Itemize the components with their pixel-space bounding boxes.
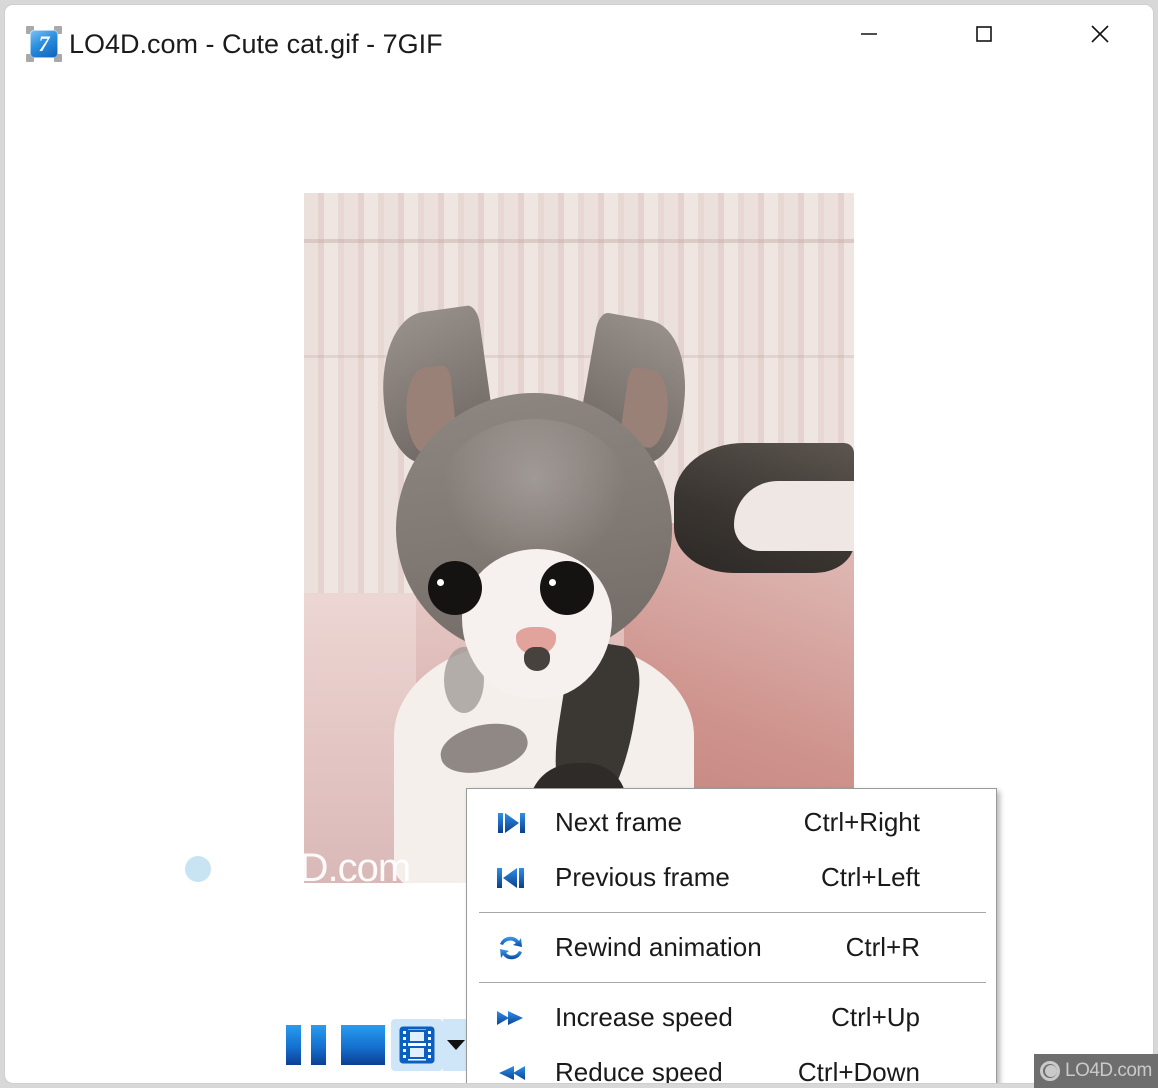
watermark-overlay-top: LO4D.com (907, 339, 1143, 384)
lo4d-logo-icon (907, 340, 949, 383)
icon-badge: 7 (30, 30, 58, 58)
next-frame-icon (467, 806, 555, 840)
watermark-label: LO4D.com (959, 339, 1143, 383)
close-icon (1091, 25, 1109, 43)
icon-letter: 7 (38, 31, 50, 56)
maximize-button[interactable] (949, 5, 1019, 63)
menu-item-rewind-animation[interactable]: Rewind animation Ctrl+R (467, 920, 996, 975)
image-background-detail (304, 239, 854, 243)
reduce-speed-icon (467, 1056, 555, 1084)
menu-item-label: Reduce speed (555, 1057, 723, 1084)
increase-speed-icon (467, 1001, 555, 1035)
menu-item-reduce-speed[interactable]: Reduce speed Ctrl+Down (467, 1045, 996, 1084)
kitten-eye-right (540, 561, 594, 615)
lo4d-badge-label: LO4D.com (1065, 1060, 1152, 1081)
frames-button[interactable] (391, 1019, 443, 1071)
kitten-eye-left (428, 561, 482, 615)
menu-separator (479, 982, 986, 983)
gif-image[interactable] (304, 193, 854, 883)
menu-item-shortcut: Ctrl+R (845, 932, 920, 962)
previous-frame-icon (467, 861, 555, 895)
kitten-eye-sparkle (437, 579, 444, 586)
lo4d-logo-icon (175, 847, 217, 890)
kitten-eye-sparkle (549, 579, 556, 586)
menu-item-label: Previous frame (555, 862, 730, 892)
pause-icon (286, 1025, 301, 1065)
menu-item-next-frame[interactable]: Next frame Ctrl+Right (467, 795, 996, 850)
pause-icon (311, 1025, 326, 1065)
menu-item-shortcut: Ctrl+Up (831, 1002, 920, 1032)
minimize-button[interactable] (834, 5, 904, 63)
menu-item-shortcut: Ctrl+Right (803, 807, 920, 837)
stop-button[interactable] (337, 1019, 389, 1071)
rewind-animation-icon (467, 931, 555, 965)
kitten-mouth (524, 647, 550, 671)
kitten-head-highlight (440, 419, 630, 569)
app-window: 7 LO4D.com - Cute cat.gif - 7GIF LO4D.co… (4, 4, 1154, 1084)
minimize-icon (861, 33, 877, 35)
stop-icon (341, 1025, 385, 1065)
menu-item-label: Increase speed (555, 1002, 733, 1032)
menu-separator (479, 912, 986, 913)
lo4d-logo-icon (1040, 1061, 1060, 1081)
close-button[interactable] (1065, 5, 1135, 63)
menu-item-shortcut: Ctrl+Left (821, 862, 920, 892)
pause-button[interactable] (280, 1019, 332, 1071)
kitten-muzzle (462, 549, 612, 699)
menu-item-label: Next frame (555, 807, 683, 837)
chevron-down-icon (447, 1040, 465, 1050)
lo4d-corner-badge: LO4D.com (1034, 1054, 1158, 1088)
context-menu[interactable]: Next frame Ctrl+Right Previous frame Ctr… (466, 788, 997, 1084)
film-strip-icon (399, 1026, 435, 1064)
menu-item-shortcut: Ctrl+Down (797, 1057, 920, 1084)
7gif-app-icon: 7 (26, 26, 62, 62)
menu-item-previous-frame[interactable]: Previous frame Ctrl+Left (467, 850, 996, 905)
window-title: LO4D.com - Cute cat.gif - 7GIF (69, 29, 443, 59)
image-second-cat-detail (734, 481, 854, 551)
menu-item-label: Rewind animation (555, 932, 762, 962)
menu-item-increase-speed[interactable]: Increase speed Ctrl+Up (467, 990, 996, 1045)
title-bar: 7 LO4D.com - Cute cat.gif - 7GIF (5, 5, 1153, 81)
maximize-icon (976, 26, 992, 42)
